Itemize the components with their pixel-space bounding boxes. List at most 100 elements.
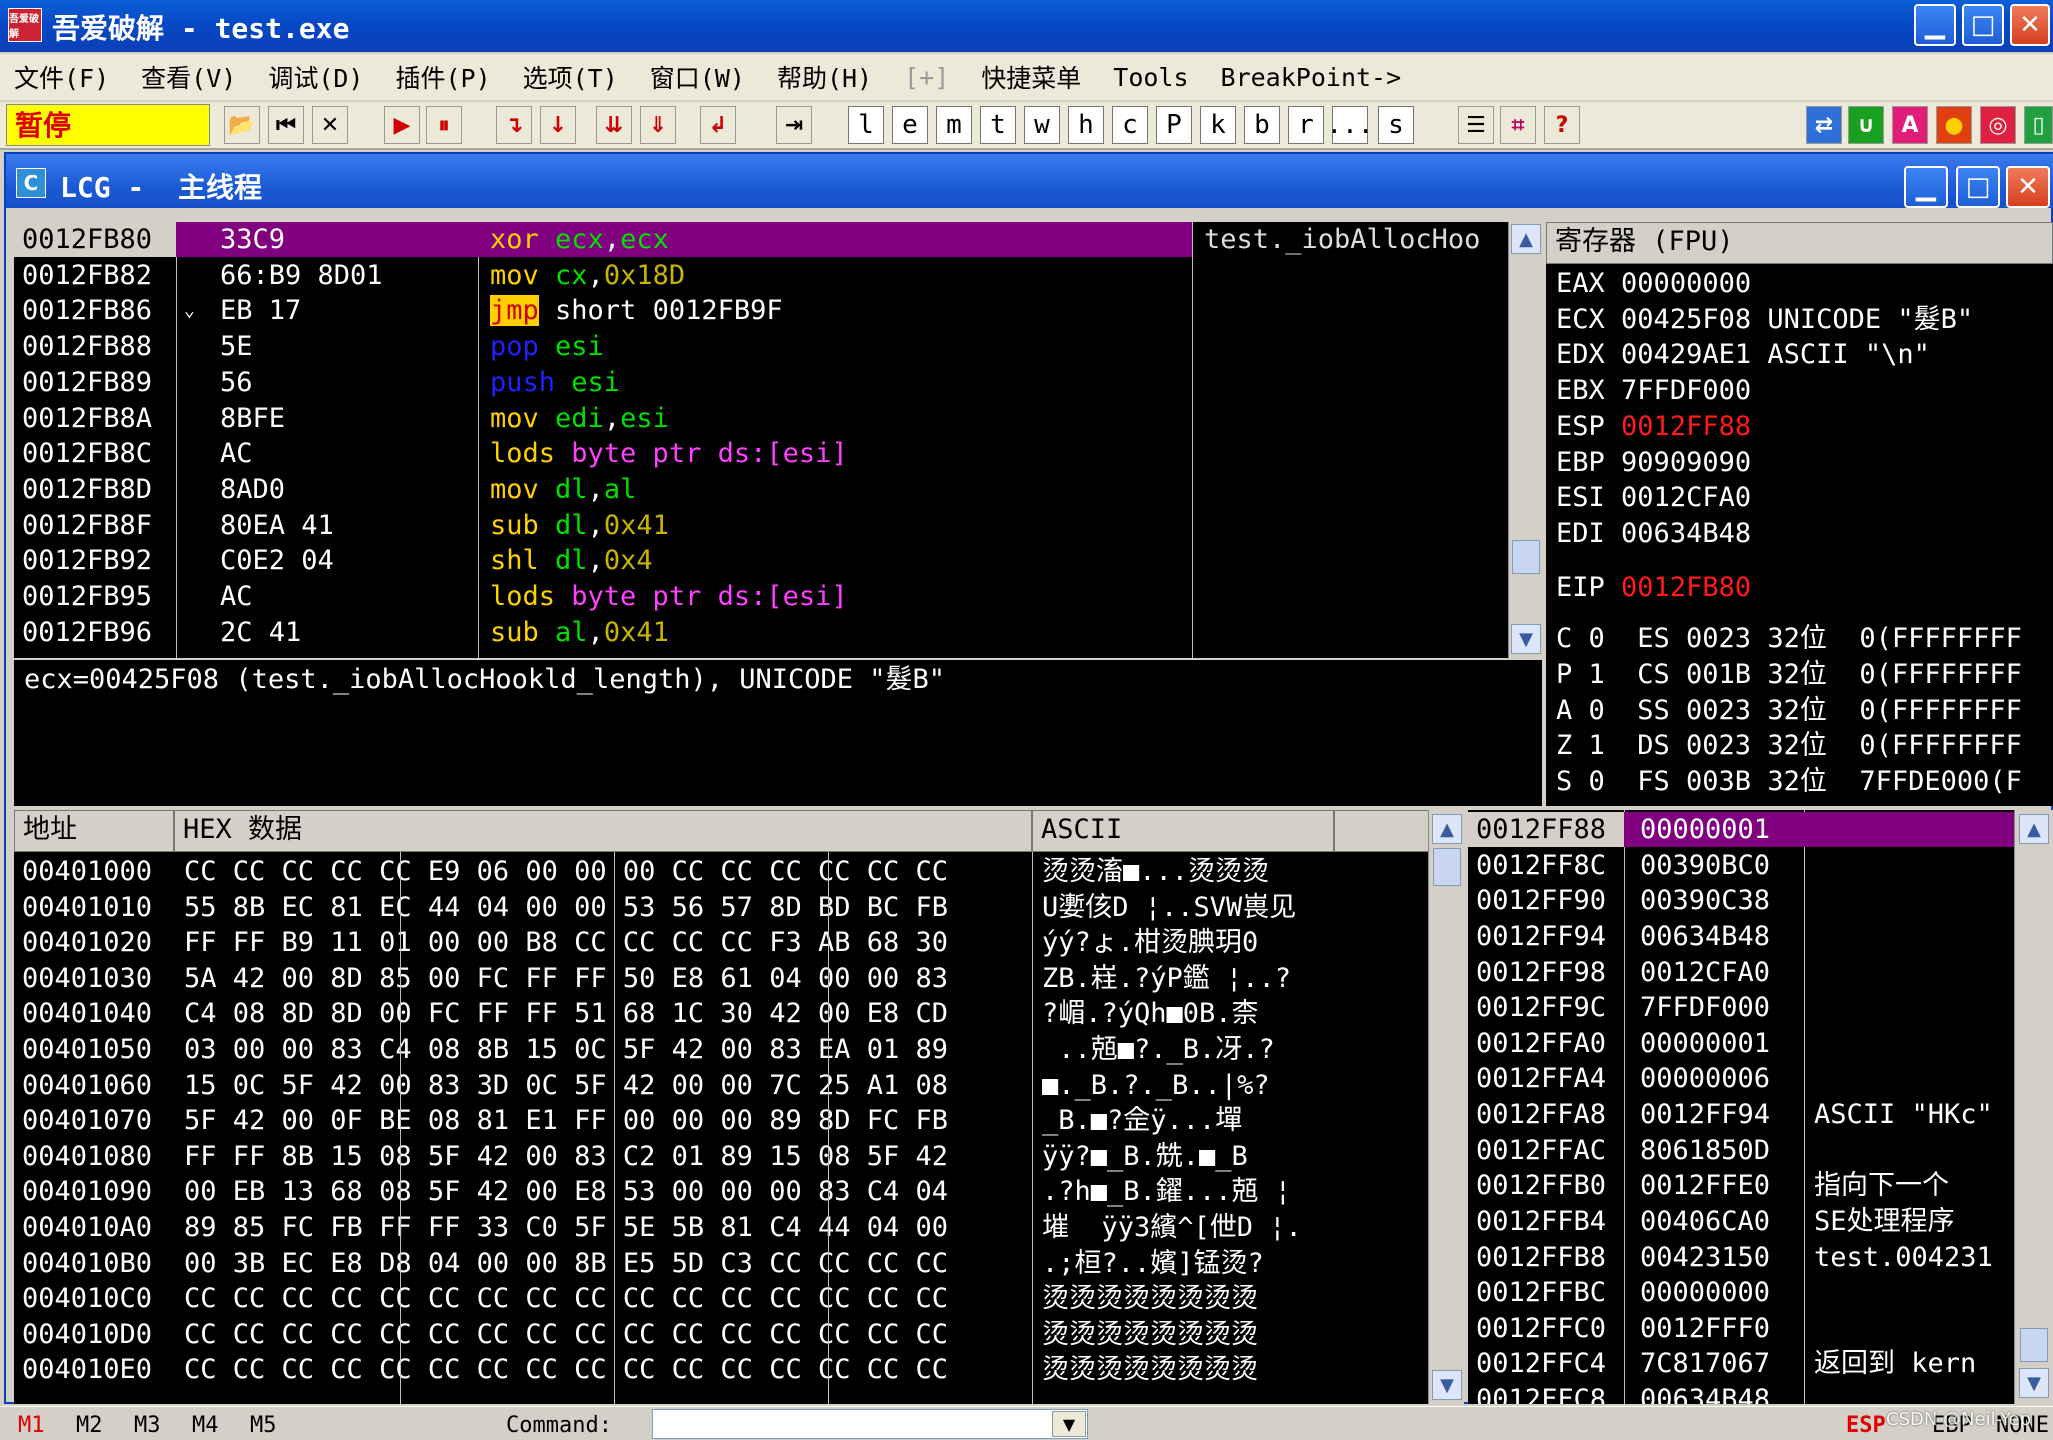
view-6-button[interactable]: c xyxy=(1112,106,1148,144)
stack-value[interactable]: 00000006 xyxy=(1640,1061,1770,1097)
dump-pane[interactable]: 00401000 CC CC CC CC CC E9 06 00 00 00 CC… xyxy=(14,852,1442,1404)
hook-icon[interactable]: ∪ xyxy=(1848,106,1884,144)
menu-item[interactable]: 快捷菜单 xyxy=(981,59,1081,95)
scroll-thumb[interactable] xyxy=(1512,540,1540,574)
window-title-bar[interactable]: 吾爱破解 吾爱破解 - test.exe ▁ □ ✕ xyxy=(0,0,2053,52)
flag-row[interactable]: C 0 ES 0023 32位 0(FFFFFFFF xyxy=(1556,621,2022,657)
stack-value[interactable]: 00423150 xyxy=(1640,1240,1770,1276)
stack-value[interactable]: 0012FFE0 xyxy=(1640,1168,1770,1204)
stack-value[interactable]: 00000001 xyxy=(1640,812,1770,848)
register-value[interactable]: 00425F08 xyxy=(1621,304,1751,335)
stack-value[interactable]: 00406CA0 xyxy=(1640,1204,1770,1240)
disassembly-scrollbar[interactable]: ▲ ▼ xyxy=(1508,222,1542,658)
register-row[interactable]: ESI 0012CFA0 xyxy=(1556,480,1767,516)
view-4-button[interactable]: w xyxy=(1024,106,1060,144)
scroll-up-icon[interactable]: ▲ xyxy=(2019,814,2049,844)
stack-scrollbar[interactable]: ▲ ▼ xyxy=(2014,810,2053,1404)
disasm-instruction[interactable]: shl dl,0x4 xyxy=(490,543,653,579)
dump-address[interactable]: 00401040 xyxy=(22,996,152,1032)
maximize-button[interactable]: □ xyxy=(1962,4,2004,46)
register-row[interactable]: EBP 90909090 xyxy=(1556,445,1767,481)
dump-address[interactable]: 004010A0 xyxy=(22,1210,152,1246)
restart-icon[interactable]: ⏮ xyxy=(268,106,304,144)
register-row[interactable]: ESP 0012FF88 xyxy=(1556,409,1767,445)
dump-address[interactable]: 00401050 xyxy=(22,1032,152,1068)
refresh-icon[interactable]: ⇄ xyxy=(1806,106,1842,144)
disasm-address[interactable]: 0012FB88 xyxy=(22,329,152,365)
dump-address[interactable]: 004010D0 xyxy=(22,1317,152,1353)
dump-hex[interactable]: 55 8B EC 81 EC 44 04 00 00 53 56 57 8D B… xyxy=(184,890,948,926)
disasm-address[interactable]: 0012FB86 xyxy=(22,293,152,329)
flag-row[interactable]: S 0 FS 003B 32位 7FFDE000(F xyxy=(1556,764,2022,800)
register-row[interactable]: ECX 00425F08 UNICODE "髮B" xyxy=(1556,302,1973,338)
register-value[interactable]: 0012FF88 xyxy=(1621,411,1751,442)
view-12-button[interactable]: s xyxy=(1378,106,1414,144)
dump-hex[interactable]: 00 EB 13 68 08 5F 42 00 E8 53 00 00 00 8… xyxy=(184,1174,948,1210)
dump-hex[interactable]: CC CC CC CC CC CC CC CC CC CC CC CC CC C… xyxy=(184,1317,948,1353)
pause-icon[interactable]: ⏸ xyxy=(426,106,462,144)
menu-item[interactable]: 调试(D) xyxy=(268,59,363,95)
scroll-down-icon[interactable]: ▼ xyxy=(2019,1368,2049,1398)
stack-value[interactable]: 00634B48 xyxy=(1640,1382,1770,1404)
stack-value[interactable]: 0012FF94 xyxy=(1640,1097,1770,1133)
step-over-icon[interactable]: ↓ xyxy=(540,106,576,144)
register-value[interactable]: 7FFDF000 xyxy=(1621,375,1751,406)
disasm-instruction[interactable]: mov edi,esi xyxy=(490,401,669,437)
stack-address[interactable]: 0012FF9C xyxy=(1476,990,1606,1026)
dump-address[interactable]: 004010B0 xyxy=(22,1246,152,1282)
plugin-a-icon[interactable]: A xyxy=(1892,106,1928,144)
stack-address[interactable]: 0012FFA4 xyxy=(1476,1061,1606,1097)
view-9-button[interactable]: b xyxy=(1244,106,1280,144)
animate-over-icon[interactable]: ⇓ xyxy=(640,106,676,144)
register-row[interactable]: EAX 00000000 xyxy=(1556,266,1767,302)
stack-address[interactable]: 0012FFC0 xyxy=(1476,1311,1606,1347)
child-minimize-button[interactable]: ▁ xyxy=(1904,166,1948,208)
menu-item[interactable]: 窗口(W) xyxy=(650,59,745,95)
dump-ascii[interactable]: ýý?ょ.柑烫腆玥0 xyxy=(1042,925,1342,961)
disasm-address[interactable]: 0012FB89 xyxy=(22,365,152,401)
goto-icon[interactable]: ⇥ xyxy=(776,106,812,144)
dump-hex[interactable]: 89 85 FC FB FF FF 33 C0 5F 5E 5B 81 C4 4… xyxy=(184,1210,948,1246)
register-value[interactable]: 00000000 xyxy=(1621,268,1751,299)
dump-address[interactable]: 00401090 xyxy=(22,1174,152,1210)
view-1-button[interactable]: e xyxy=(892,106,928,144)
list-icon[interactable]: ☰ xyxy=(1458,106,1494,144)
memory-m4-button[interactable]: M4 xyxy=(192,1413,219,1438)
scroll-down-icon[interactable]: ▼ xyxy=(1432,1370,1462,1400)
disasm-address[interactable]: 0012FB92 xyxy=(22,543,152,579)
step-into-icon[interactable]: ↴ xyxy=(496,106,532,144)
dump-ascii[interactable]: ..兡■?._B.冴.? xyxy=(1042,1032,1342,1068)
plugin-orb-icon[interactable]: ● xyxy=(1936,106,1972,144)
disasm-address[interactable]: 0012FB8C xyxy=(22,436,152,472)
dump-ascii[interactable]: _B.■?佱ÿ...墠 xyxy=(1042,1103,1342,1139)
view-10-button[interactable]: r xyxy=(1288,106,1324,144)
stack-value[interactable]: 00000001 xyxy=(1640,1026,1770,1062)
stack-address[interactable]: 0012FF88 xyxy=(1476,812,1606,848)
disasm-hex[interactable]: 80EA 41 xyxy=(220,508,334,544)
stack-address[interactable]: 0012FFB8 xyxy=(1476,1240,1606,1276)
child-maximize-button[interactable]: □ xyxy=(1956,166,2000,208)
dump-ascii[interactable]: 烫烫烫烫烫烫烫烫 xyxy=(1042,1352,1342,1388)
stack-address[interactable]: 0012FF90 xyxy=(1476,883,1606,919)
dump-hex[interactable]: 03 00 00 83 C4 08 8B 15 0C 5F 42 00 83 E… xyxy=(184,1032,948,1068)
disasm-hex[interactable]: 5E xyxy=(220,329,253,365)
dump-hex[interactable]: CC CC CC CC CC CC CC CC CC CC CC CC CC C… xyxy=(184,1352,948,1388)
dump-ascii[interactable]: 墔 ÿÿ3繽^[伳D ¦. xyxy=(1042,1210,1342,1246)
disasm-instruction[interactable]: lods byte ptr ds:[esi] xyxy=(490,436,848,472)
dump-ascii[interactable]: ?嵋.?ýQh■0B.柰 xyxy=(1042,996,1342,1032)
view-2-button[interactable]: m xyxy=(936,106,972,144)
disasm-instruction[interactable]: sub dl,0x41 xyxy=(490,508,669,544)
stack-address[interactable]: 0012FF98 xyxy=(1476,955,1606,991)
view-0-button[interactable]: l xyxy=(848,106,884,144)
stack-address[interactable]: 0012FFBC xyxy=(1476,1275,1606,1311)
scroll-up-icon[interactable]: ▲ xyxy=(1511,224,1541,254)
stack-address[interactable]: 0012FFA0 xyxy=(1476,1026,1606,1062)
stack-value[interactable]: 00000000 xyxy=(1640,1275,1770,1311)
disassembly-pane[interactable]: 0012FB80 33C9 xor ecx,ecx 0012FB82 66:B9 8D0… xyxy=(14,222,1508,658)
dump-header-address[interactable]: 地址 xyxy=(14,810,174,852)
dump-address[interactable]: 00401080 xyxy=(22,1139,152,1175)
menu-item[interactable]: Tools xyxy=(1113,63,1188,92)
target-icon[interactable]: ◎ xyxy=(1980,106,2016,144)
dump-hex[interactable]: CC CC CC CC CC E9 06 00 00 00 CC CC CC C… xyxy=(184,854,948,890)
register-row[interactable]: EDX 00429AE1 ASCII "\n" xyxy=(1556,337,1930,373)
